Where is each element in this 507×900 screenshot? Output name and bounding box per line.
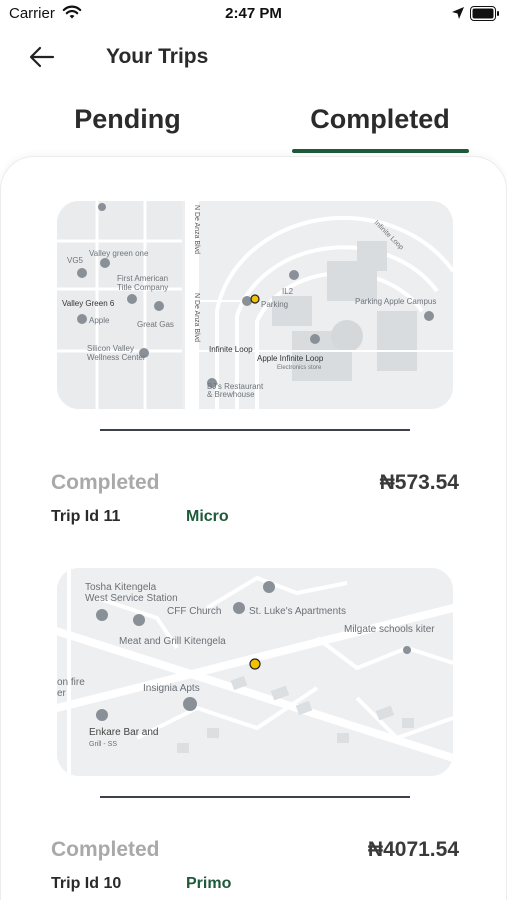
trip-map: Tosha Kitengela West Service Station CFF… xyxy=(57,568,453,776)
trip-status: Completed xyxy=(51,471,160,494)
map-label: Infinite Loop xyxy=(209,345,253,354)
location-arrow-icon xyxy=(452,7,464,19)
map-label: Great Gas xyxy=(137,320,174,329)
map-label: Valley green one xyxy=(89,249,149,258)
card-divider xyxy=(100,429,410,431)
back-button[interactable] xyxy=(26,42,60,72)
map-label: on fire xyxy=(57,677,85,688)
card-divider xyxy=(100,796,410,798)
map-label: Grill - SS xyxy=(89,741,117,748)
trip-id: Trip Id 10 xyxy=(51,875,122,892)
map-label: Milgate schools kiter xyxy=(344,624,435,635)
map-image: Tosha Kitengela West Service Station CFF… xyxy=(57,568,453,776)
page-title: Your Trips xyxy=(106,45,209,68)
map-label: N De Anza Blvd xyxy=(193,205,200,254)
map-label: Tosha Kitengela xyxy=(85,582,157,593)
map-label: Silicon Valley xyxy=(87,344,134,353)
map-label: Title Company xyxy=(117,283,168,292)
trip-price: ₦4071.54 xyxy=(367,838,459,861)
map-image: Valley green one VG5 First American Titl… xyxy=(57,201,453,409)
battery-icon xyxy=(470,6,499,21)
tab-completed[interactable]: Completed xyxy=(285,104,475,150)
map-label: N De Anza Blvd xyxy=(193,293,200,342)
tab-pending[interactable]: Pending xyxy=(20,104,235,150)
clock: 2:47 PM xyxy=(225,5,282,22)
map-label: Wellness Center xyxy=(87,353,146,362)
map-label: CFF Church xyxy=(167,606,221,617)
trip-status: Completed xyxy=(51,838,160,861)
map-label: & Brewhouse xyxy=(207,390,255,399)
header: Your Trips xyxy=(0,34,507,80)
map-label: First American xyxy=(117,274,168,283)
trip-price: ₦573.54 xyxy=(379,471,459,494)
ride-type: Micro xyxy=(186,508,229,525)
map-label: Enkare Bar and xyxy=(89,727,159,738)
map-label: Insignia Apts xyxy=(143,683,200,694)
map-label: Meat and Grill Kitengela xyxy=(119,636,226,647)
map-label: St. Luke's Apartments xyxy=(249,606,346,617)
map-label: Valley Green 6 xyxy=(62,299,115,308)
map-label: Parking xyxy=(261,300,288,309)
status-bar: Carrier 2:47 PM xyxy=(0,0,507,30)
map-label: IL2 xyxy=(282,287,294,296)
map-label: VG5 xyxy=(67,256,84,265)
trip-map: Valley green one VG5 First American Titl… xyxy=(57,201,453,409)
map-label: Apple xyxy=(89,316,110,325)
back-arrow-icon xyxy=(29,46,55,68)
map-label: Electronics store xyxy=(277,365,322,371)
trip-tabs: Pending Completed xyxy=(0,98,507,156)
trips-list[interactable]: Valley green one VG5 First American Titl… xyxy=(0,156,507,900)
ride-type: Primo xyxy=(186,875,232,892)
active-tab-indicator xyxy=(292,149,469,153)
map-label: er xyxy=(57,688,67,699)
map-label: Apple Infinite Loop xyxy=(257,354,324,363)
map-label: Parking Apple Campus xyxy=(355,297,436,306)
map-label: West Service Station xyxy=(85,593,178,604)
trip-id: Trip Id 11 xyxy=(51,508,121,525)
